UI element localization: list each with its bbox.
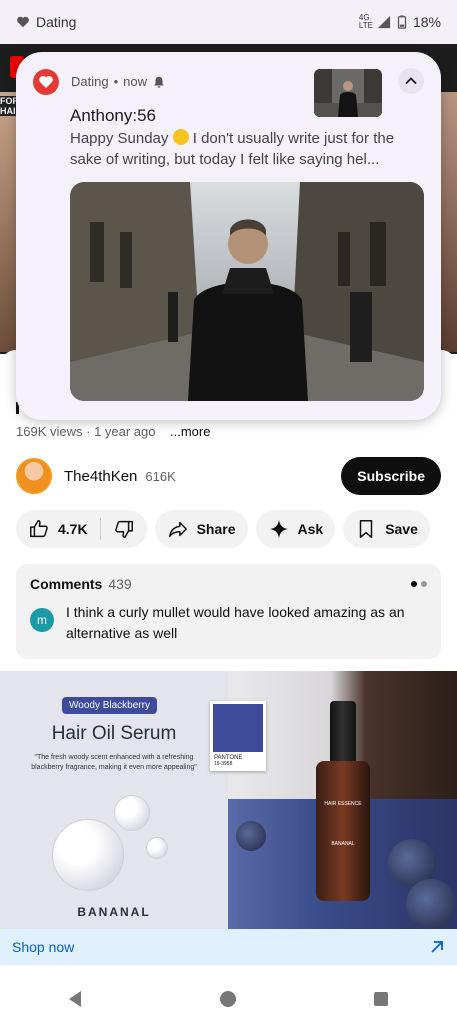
status-bar-right: 4G LTE 18% — [358, 13, 441, 31]
subscribe-button[interactable]: Subscribe — [341, 457, 441, 495]
bottle-body — [316, 761, 370, 901]
status-app-label: Dating — [36, 14, 77, 30]
bookmark-icon — [359, 520, 373, 538]
action-bar: 4.7K Share Ask Save — [16, 510, 449, 548]
video-meta[interactable]: 169K views · 1 year ago ...more — [16, 424, 210, 439]
signal-icon — [377, 15, 391, 29]
bottle-brand: BANANAL — [331, 841, 355, 847]
status-bar-left: Dating — [16, 14, 76, 30]
bell-icon — [154, 76, 164, 88]
comments-section[interactable]: Comments 439 m I think a curly mullet wo… — [16, 564, 441, 659]
channel-row: The4thKen 616K Subscribe — [16, 456, 441, 496]
pill-divider — [99, 518, 101, 540]
view-count: 169K views — [16, 424, 83, 439]
comments-count: 439 — [108, 576, 132, 592]
shop-now-bar[interactable]: Shop now — [0, 929, 457, 965]
sparkle-icon — [269, 519, 288, 539]
top-comment: m I think a curly mullet would have look… — [30, 602, 427, 644]
ad-text-panel: Woody Blackberry Hair Oil Serum "The fre… — [0, 671, 228, 929]
recents-icon[interactable] — [371, 989, 391, 1009]
smiley-emoji-icon — [172, 129, 189, 145]
heart-icon — [39, 76, 53, 88]
home-icon[interactable] — [218, 989, 238, 1009]
pantone-code: 19-3958 — [214, 761, 233, 767]
ad-bubble — [146, 837, 168, 859]
ad-badge: Woody Blackberry — [62, 697, 157, 714]
product-bottle: HAIR ESSENCE BANANAL — [316, 701, 370, 901]
like-dislike-pill: 4.7K — [16, 510, 147, 548]
arrow-up-right-icon[interactable] — [429, 939, 445, 955]
more-link[interactable]: ...more — [170, 424, 210, 439]
pantone-swatch: PANTONE 19-3958 — [210, 701, 266, 771]
comments-title: Comments — [30, 576, 103, 592]
system-nav-bar — [0, 975, 457, 1023]
ad-banner[interactable]: Woody Blackberry Hair Oil Serum "The fre… — [0, 671, 457, 929]
street-portrait-photo — [70, 182, 424, 401]
network-icon: 4G LTE — [358, 13, 373, 30]
channel-avatar[interactable] — [16, 458, 52, 494]
blueberry — [236, 821, 266, 851]
comments-header: Comments 439 — [30, 576, 427, 592]
message-greeting: Happy Sunday — [70, 130, 169, 147]
subscriber-count: 616K — [145, 468, 176, 484]
notification-card[interactable]: Dating • now Anthony:56 Happy Sunday I d… — [16, 52, 441, 420]
back-icon[interactable] — [66, 989, 86, 1009]
upload-age: 1 year ago — [94, 424, 156, 439]
ad-description: "The fresh woody scent enhanced with a r… — [31, 754, 197, 771]
expand-button[interactable] — [398, 68, 424, 94]
notification-app-name: Dating — [71, 74, 109, 89]
dating-app-icon — [33, 69, 59, 95]
thumb-down-icon[interactable] — [113, 518, 135, 540]
notification-sender: Anthony:56 — [70, 106, 157, 125]
blueberry — [406, 879, 456, 929]
top-comment-text: I think a curly mullet would have looked… — [66, 604, 405, 641]
shop-now-label[interactable]: Shop now — [12, 939, 74, 955]
status-bar: Dating 4G LTE 18% — [0, 0, 457, 44]
share-button[interactable]: Share — [154, 510, 248, 548]
bottle-label: HAIR ESSENCE — [324, 801, 362, 807]
chevron-up-icon — [405, 77, 417, 85]
notification-header: Dating • now — [71, 74, 166, 89]
channel-name[interactable]: The4thKen — [64, 468, 137, 485]
pager-dot-active — [411, 581, 417, 587]
dating-heart-icon — [17, 16, 29, 28]
header-separator: • — [113, 74, 119, 89]
share-label: Share — [196, 521, 236, 537]
pantone-color — [213, 704, 263, 752]
notification-time: now — [123, 74, 147, 89]
ad-bubble — [114, 795, 150, 831]
notification-thumbnail — [314, 69, 382, 117]
notification-photo — [70, 182, 424, 401]
commenter-avatar: m — [30, 608, 54, 632]
thumb-up-icon[interactable] — [28, 518, 50, 540]
ad-title: Hair Oil Serum — [51, 723, 177, 744]
pager-dot — [421, 581, 427, 587]
battery-icon — [397, 15, 407, 29]
ad-bubble — [52, 819, 124, 891]
save-button[interactable]: Save — [343, 510, 430, 548]
thumbnail-photo — [314, 69, 382, 117]
ask-button[interactable]: Ask — [255, 510, 336, 548]
like-count[interactable]: 4.7K — [58, 521, 88, 537]
save-label: Save — [385, 521, 418, 537]
share-arrow-icon — [168, 521, 187, 538]
ad-brand: BANANAL — [77, 905, 151, 919]
ask-label: Ask — [297, 521, 324, 537]
comments-pager-dots — [411, 581, 427, 587]
bottle-cap — [330, 701, 356, 763]
battery-percent: 18% — [412, 14, 441, 30]
notification-message: Happy Sunday I don't usually write just … — [70, 128, 410, 170]
